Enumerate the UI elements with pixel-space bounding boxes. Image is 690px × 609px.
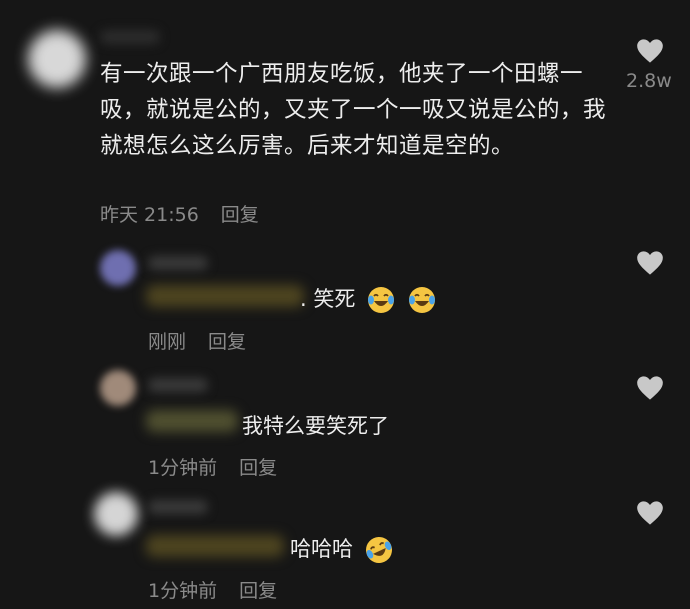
- avatar[interactable]: [100, 250, 136, 286]
- mention-blurred: [146, 410, 238, 432]
- laughing-tears-icon: [368, 287, 395, 313]
- reply-text-content: . 笑死: [300, 287, 356, 311]
- reply-text: 哈哈哈: [290, 533, 394, 565]
- avatar[interactable]: [28, 30, 86, 88]
- reply-text: . 笑死: [300, 283, 437, 315]
- rolling-laughing-icon: [365, 537, 392, 563]
- reply-meta: 刚刚 回复: [148, 327, 246, 354]
- reply-meta: 1分钟前 回复: [148, 453, 277, 480]
- comment-meta: 昨天 21:56 回复: [100, 200, 259, 227]
- reply-button[interactable]: 回复: [208, 331, 246, 353]
- mention-blurred: [146, 535, 284, 557]
- heart-icon[interactable]: [636, 500, 664, 526]
- username-blurred[interactable]: [148, 500, 208, 514]
- reply-time: 1分钟前: [148, 580, 218, 602]
- reply-meta: 1分钟前 回复: [148, 576, 277, 603]
- like-count: 2.8w: [626, 70, 672, 92]
- heart-icon[interactable]: [636, 375, 664, 401]
- reply-button[interactable]: 回复: [239, 580, 277, 602]
- username-blurred[interactable]: [148, 256, 208, 270]
- comment-text: 有一次跟一个广西朋友吃饭，他夹了一个田螺一吸，就说是公的，又夹了一个一吸又说是公…: [100, 61, 607, 159]
- mention-blurred: [146, 285, 304, 307]
- avatar[interactable]: [100, 370, 136, 406]
- comment-time: 昨天 21:56: [100, 204, 199, 226]
- reply-text-content: 哈哈哈: [290, 537, 353, 561]
- reply-button[interactable]: 回复: [239, 457, 277, 479]
- reply-text: 我特么要笑死了: [242, 410, 389, 440]
- username-blurred[interactable]: [148, 378, 208, 392]
- username-blurred[interactable]: [100, 30, 160, 44]
- avatar[interactable]: [94, 492, 138, 536]
- heart-icon[interactable]: [636, 250, 664, 276]
- reply-time: 刚刚: [148, 331, 187, 353]
- laughing-tears-icon: [408, 287, 435, 313]
- reply-text-content: 我特么要笑死了: [242, 414, 389, 438]
- reply-time: 1分钟前: [148, 457, 218, 479]
- heart-icon[interactable]: [636, 38, 664, 64]
- reply-button[interactable]: 回复: [221, 204, 259, 226]
